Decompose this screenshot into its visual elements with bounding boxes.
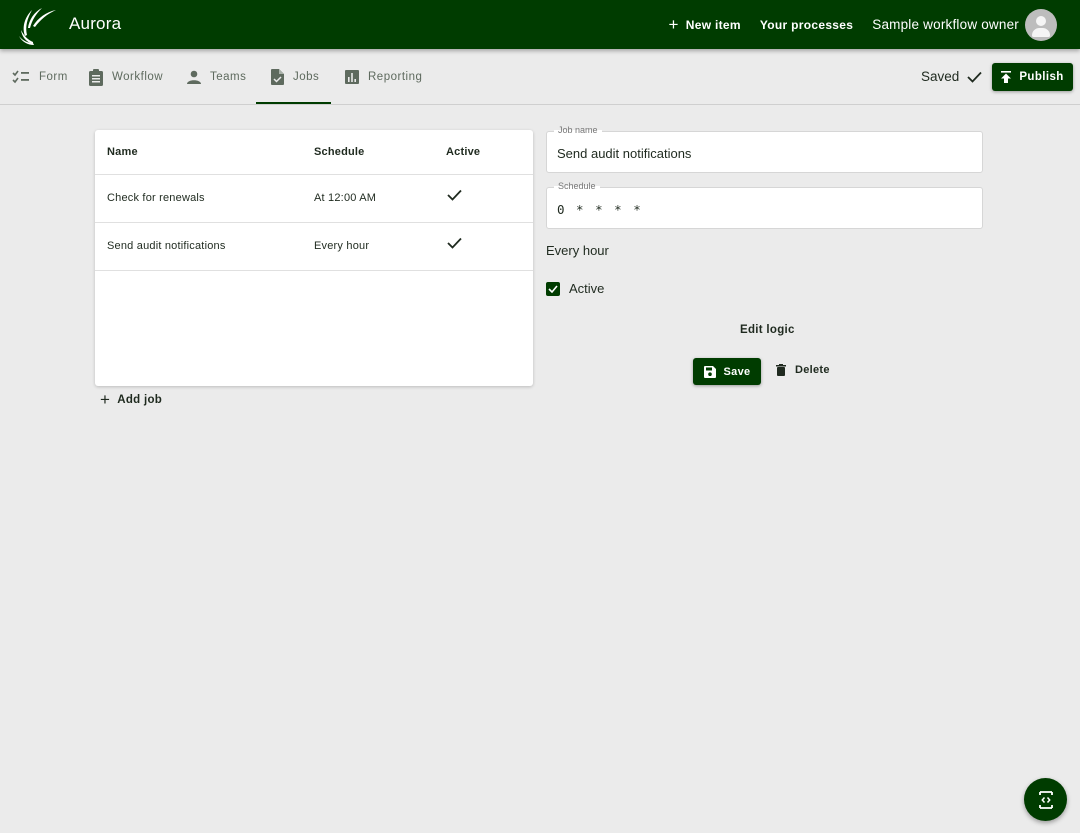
your-processes-link[interactable]: Your processes [760, 18, 853, 32]
job-schedule-cell: At 12:00 AM [314, 174, 446, 223]
column-header-name: Name [95, 130, 314, 175]
tab-jobs[interactable]: Jobs [271, 49, 319, 105]
checklist-icon [12, 70, 29, 84]
your-processes-label: Your processes [759, 17, 854, 32]
active-tab-indicator [256, 102, 331, 104]
tab-workflow-label: Workflow [112, 71, 164, 83]
publish-icon [1001, 71, 1012, 83]
bar-chart-icon [345, 70, 359, 84]
save-label: Save [723, 365, 751, 378]
new-item-label: New item [685, 17, 741, 32]
table-header-row: Name Schedule Active [95, 130, 533, 175]
avatar-body [1032, 27, 1050, 37]
job-name-cell: Check for renewals [95, 174, 314, 223]
schedule-input[interactable] [557, 200, 967, 218]
check-icon [967, 71, 982, 83]
tab-form[interactable]: Form [12, 49, 68, 105]
publish-button[interactable]: Publish [992, 63, 1073, 91]
save-button[interactable]: Save [693, 358, 761, 385]
new-item-button[interactable]: + New item [669, 16, 741, 33]
job-schedule-cell: Every hour [314, 222, 446, 271]
tab-reporting[interactable]: Reporting [345, 49, 422, 105]
job-name-label: Job name [554, 125, 602, 135]
checkbox-checked-icon[interactable] [546, 281, 560, 296]
active-label: Active [569, 281, 605, 296]
edit-logic-button[interactable]: Edit logic [740, 324, 795, 336]
tab-teams-label: Teams [210, 71, 247, 83]
avatar[interactable] [1025, 8, 1057, 41]
tab-workflow[interactable]: Workflow [89, 49, 163, 105]
plus-icon: + [100, 390, 111, 409]
add-job-label: Add job [117, 393, 163, 406]
job-name-field: Job name [546, 125, 983, 173]
active-checkbox[interactable]: Active [546, 281, 604, 296]
job-name-input[interactable] [557, 144, 967, 162]
delete-button[interactable]: Delete [776, 364, 830, 376]
task-document-icon [271, 69, 284, 85]
publish-label: Publish [1019, 71, 1064, 83]
add-job-button[interactable]: + Add job [100, 391, 162, 408]
trash-icon [776, 364, 786, 376]
save-status: Saved [921, 69, 982, 84]
save-icon [703, 365, 716, 378]
owner-name[interactable]: Sample workflow owner [872, 17, 1019, 32]
job-name-cell: Send audit notifications [95, 222, 314, 271]
jobs-table: Name Schedule Active Check for renewals … [95, 130, 533, 271]
schedule-description: Every hour [546, 243, 609, 258]
tab-bar: Form Workflow Teams Jobs Reporting [0, 49, 1080, 105]
jobs-table-card: Name Schedule Active Check for renewals … [95, 130, 533, 386]
app-title: Aurora [69, 14, 122, 33]
job-active-cell [446, 222, 533, 271]
clipboard-icon [89, 68, 103, 86]
table-row[interactable]: Check for renewals At 12:00 AM [95, 174, 533, 223]
saved-label: Saved [921, 69, 960, 84]
code-fab-button[interactable] [1024, 778, 1067, 821]
table-row[interactable]: Send audit notifications Every hour [95, 222, 533, 271]
tab-jobs-label: Jobs [293, 71, 320, 83]
column-header-active: Active [446, 130, 533, 175]
check-icon [447, 237, 462, 249]
tab-reporting-label: Reporting [368, 71, 423, 83]
schedule-field: Schedule [546, 181, 983, 229]
delete-label: Delete [795, 364, 830, 376]
schedule-label: Schedule [554, 181, 600, 191]
job-active-cell [446, 174, 533, 223]
plus-icon: + [668, 15, 679, 34]
aurora-logo-icon[interactable] [16, 4, 58, 46]
tab-teams[interactable]: Teams [187, 49, 246, 105]
code-device-icon [1038, 790, 1053, 809]
person-icon [187, 70, 201, 84]
column-header-schedule: Schedule [314, 130, 446, 175]
check-icon [447, 189, 462, 201]
app-header: Aurora + New item Your processes Sample … [0, 0, 1080, 49]
tab-form-label: Form [39, 71, 68, 83]
avatar-head [1036, 15, 1046, 26]
